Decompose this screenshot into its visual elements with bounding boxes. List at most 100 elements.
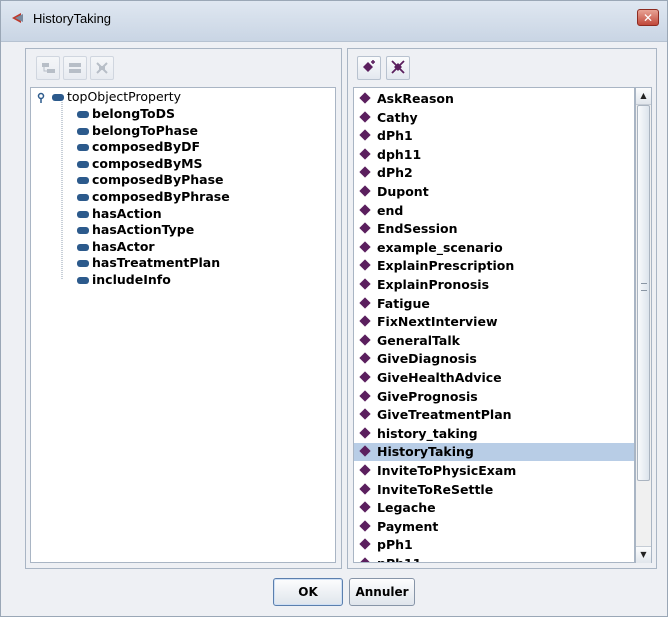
individual-row[interactable]: Legache — [354, 499, 634, 517]
individual-row[interactable]: GiveTreatmentPlan — [354, 406, 634, 424]
individual-label: GivePrognosis — [377, 388, 478, 404]
tree-item[interactable]: belongToPhase — [77, 123, 198, 139]
tree-root-label: topObjectProperty — [66, 89, 182, 104]
object-property-icon — [77, 243, 89, 251]
individual-row[interactable]: Fatigue — [354, 295, 634, 313]
add-sibling-icon — [69, 63, 81, 73]
close-button[interactable]: ✕ — [637, 9, 659, 26]
ok-button[interactable]: OK — [273, 578, 343, 606]
tree-item[interactable]: composedByMS — [77, 156, 203, 172]
individual-icon — [359, 148, 371, 160]
individual-label: end — [377, 202, 404, 218]
individual-label: Dupont — [377, 184, 429, 199]
individual-icon — [359, 371, 371, 383]
individual-label: GeneralTalk — [377, 332, 460, 348]
individual-label: Cathy — [377, 109, 418, 125]
window-title: HistoryTaking — [33, 11, 112, 26]
tree-item-label: composedByPhrase — [92, 189, 230, 204]
add-individual-button[interactable] — [357, 56, 381, 80]
object-property-icon — [77, 160, 89, 168]
individual-row[interactable]: Payment — [354, 518, 634, 536]
add-sibling-property-button[interactable] — [63, 56, 87, 80]
individual-row[interactable]: EndSession — [354, 220, 634, 238]
title-bar[interactable]: HistoryTaking ✕ — [1, 1, 667, 42]
tree-item[interactable]: hasActor — [77, 239, 155, 255]
object-property-icon — [77, 210, 89, 218]
individual-row[interactable]: HistoryTaking — [354, 443, 634, 462]
delete-property-button[interactable] — [90, 56, 114, 80]
tree-item[interactable]: belongToDS — [77, 106, 175, 122]
individual-label: example_scenario — [377, 239, 503, 255]
individual-label: HistoryTaking — [377, 444, 474, 460]
object-property-icon — [77, 194, 89, 201]
delete-individual-button[interactable] — [386, 56, 410, 80]
cancel-button[interactable]: Annuler — [349, 578, 415, 606]
tree-expand-icon[interactable] — [36, 92, 48, 104]
object-property-icon — [77, 277, 89, 284]
individual-icon — [359, 464, 371, 476]
individual-icon — [359, 408, 371, 420]
tree-item[interactable]: composedByPhase — [77, 172, 224, 188]
tree-item-label: belongToPhase — [92, 122, 199, 138]
tree-item-label: composedByMS — [92, 155, 203, 171]
protege-app-icon — [12, 13, 23, 23]
individual-row[interactable]: Cathy — [354, 109, 634, 127]
tree-item[interactable]: composedByDF — [77, 139, 200, 155]
individual-row[interactable]: AskReason — [354, 90, 634, 108]
individual-label: FixNextInterview — [377, 314, 498, 330]
individual-icon — [359, 185, 371, 197]
add-subproperty-button[interactable] — [36, 56, 60, 80]
individual-row[interactable]: example_scenario — [354, 239, 634, 257]
tree-root[interactable]: topObjectProperty — [36, 89, 181, 105]
individual-row[interactable]: ExplainPronosis — [354, 276, 634, 294]
tree-item[interactable]: hasAction — [77, 206, 162, 222]
individual-row[interactable]: Dupont — [354, 183, 634, 201]
individual-row[interactable]: dph11 — [354, 146, 634, 164]
scroll-up-arrow-icon[interactable]: ▲ — [636, 88, 651, 105]
individual-label: Fatigue — [377, 295, 430, 311]
tree-item[interactable]: includeInfo — [77, 272, 171, 288]
individual-row[interactable]: GeneralTalk — [354, 332, 634, 350]
individual-icon — [359, 315, 371, 327]
history-taking-dialog: HistoryTaking ✕ topObjectProperty belong… — [0, 0, 668, 617]
individual-row[interactable]: InviteToReSettle — [354, 481, 634, 499]
tree-item[interactable]: composedByPhrase — [77, 189, 230, 205]
individual-icon — [359, 557, 371, 562]
tree-item-label: hasAction — [92, 205, 162, 221]
add-subproperty-icon — [42, 63, 55, 73]
individual-icon — [359, 241, 371, 253]
individual-icon — [359, 259, 371, 272]
individual-row[interactable]: ExplainPrescription — [354, 257, 634, 275]
individual-row[interactable]: GiveHealthAdvice — [354, 369, 634, 387]
individual-label: Payment — [377, 518, 439, 534]
individual-row[interactable]: GivePrognosis — [354, 388, 634, 406]
object-property-icon — [77, 111, 89, 118]
individual-icon — [359, 129, 371, 141]
scroll-down-arrow-icon[interactable]: ▼ — [636, 546, 651, 563]
individual-icon — [359, 501, 371, 513]
individual-icon — [359, 222, 371, 234]
individual-label: ExplainPrescription — [377, 258, 515, 274]
individual-row[interactable]: FixNextInterview — [354, 313, 634, 331]
object-property-icon — [77, 177, 89, 185]
scroll-grip-icon — [641, 283, 647, 291]
tree-item-label: composedByPhase — [92, 172, 224, 188]
individual-row[interactable]: history_taking — [354, 425, 634, 443]
individual-label: GiveTreatmentPlan — [377, 407, 512, 423]
individual-row[interactable]: dPh2 — [354, 164, 634, 182]
individual-row[interactable]: pPh11 — [354, 555, 634, 562]
individual-row[interactable]: dPh1 — [354, 127, 634, 145]
scroll-thumb[interactable] — [637, 105, 650, 481]
individuals-list[interactable]: AskReason Cathy dPh1 dph11 dPh2 Dupont end EndS… — [353, 87, 635, 563]
individual-row[interactable]: GiveDiagnosis — [354, 350, 634, 368]
individual-label: Legache — [377, 500, 436, 516]
individual-icon — [359, 166, 371, 179]
individual-row[interactable]: end — [354, 202, 634, 220]
individual-row[interactable]: InviteToPhysicExam — [354, 462, 634, 480]
individual-row[interactable]: pPh1 — [354, 536, 634, 554]
property-tree[interactable]: topObjectProperty belongToDS belongToPhas… — [30, 87, 336, 563]
individuals-scrollbar[interactable]: ▲ ▼ — [635, 87, 652, 563]
tree-item[interactable]: hasTreatmentPlan — [77, 255, 220, 271]
individual-icon — [359, 445, 371, 458]
tree-item[interactable]: hasActionType — [77, 222, 194, 238]
